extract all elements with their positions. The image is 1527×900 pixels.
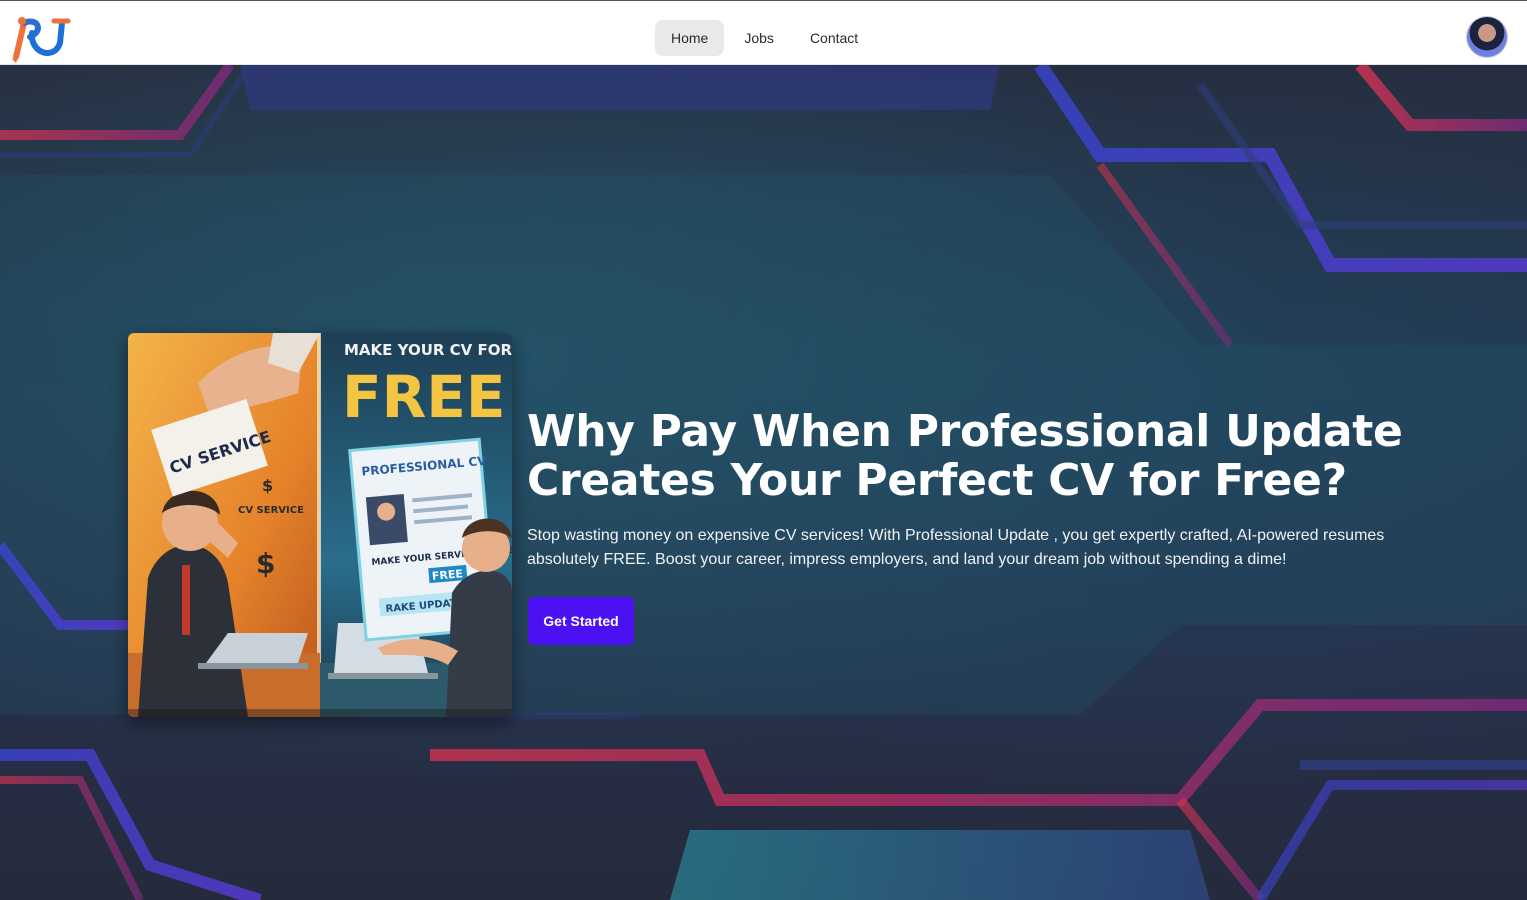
illustration-banner-top: MAKE YOUR CV FOR [344, 341, 512, 359]
illustration-free-tag: FREE [431, 567, 463, 583]
illustration-cv-service-small: CV SERVICE [238, 505, 304, 516]
svg-text:$: $ [262, 476, 273, 495]
nav-item-contact[interactable]: Contact [794, 20, 874, 56]
hero-headline: Why Pay When Professional Update Creates… [527, 406, 1403, 506]
top-navbar: Home Jobs Contact [0, 0, 1527, 65]
nav-item-home[interactable]: Home [655, 20, 725, 56]
brand-logo[interactable] [10, 13, 72, 65]
hero-section: CV SERVICE CV SERVICE $ $ MAKE YOUR CV F… [0, 65, 1527, 900]
get-started-button[interactable]: Get Started [528, 597, 634, 645]
main-nav: Home Jobs Contact [655, 20, 874, 56]
nav-item-jobs[interactable]: Jobs [728, 20, 790, 56]
illustration-banner-free: FREE! [342, 363, 512, 431]
svg-text:$: $ [256, 547, 275, 580]
hero-subtext: Stop wasting money on expensive CV servi… [527, 527, 1385, 568]
user-avatar[interactable] [1467, 17, 1507, 57]
hero-illustration: CV SERVICE CV SERVICE $ $ MAKE YOUR CV F… [128, 333, 512, 717]
